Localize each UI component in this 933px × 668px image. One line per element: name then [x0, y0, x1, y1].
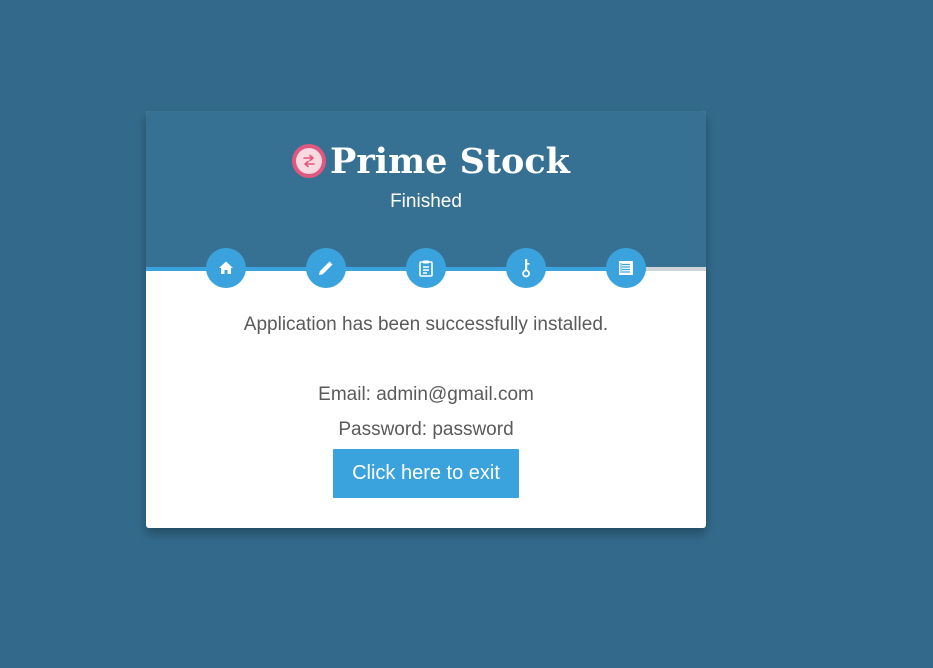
clipboard-icon — [419, 260, 433, 277]
pencil-icon — [319, 261, 333, 275]
key-icon — [522, 259, 531, 278]
brand-name: Prime Stock — [330, 140, 570, 182]
progress-track-remaining — [646, 267, 706, 271]
step-summary[interactable] — [606, 248, 646, 288]
step-home[interactable] — [206, 248, 246, 288]
list-icon — [619, 261, 633, 275]
step-key[interactable] — [506, 248, 546, 288]
step-title: Finished — [390, 191, 462, 212]
brand: Prime Stock — [146, 139, 706, 183]
exit-button[interactable]: Click here to exit — [333, 449, 519, 498]
admin-email: Email: admin@gmail.com — [318, 384, 534, 405]
step-clipboard[interactable] — [406, 248, 446, 288]
exchange-logo-icon — [292, 144, 327, 178]
success-message: Application has been successfully instal… — [243, 314, 609, 335]
card-header: Prime Stock Finished — [146, 111, 706, 268]
admin-password: Password: password — [338, 419, 514, 440]
step-edit[interactable] — [306, 248, 346, 288]
installer-card: Prime Stock Finished Application has bee… — [146, 111, 706, 528]
home-icon — [219, 261, 233, 274]
